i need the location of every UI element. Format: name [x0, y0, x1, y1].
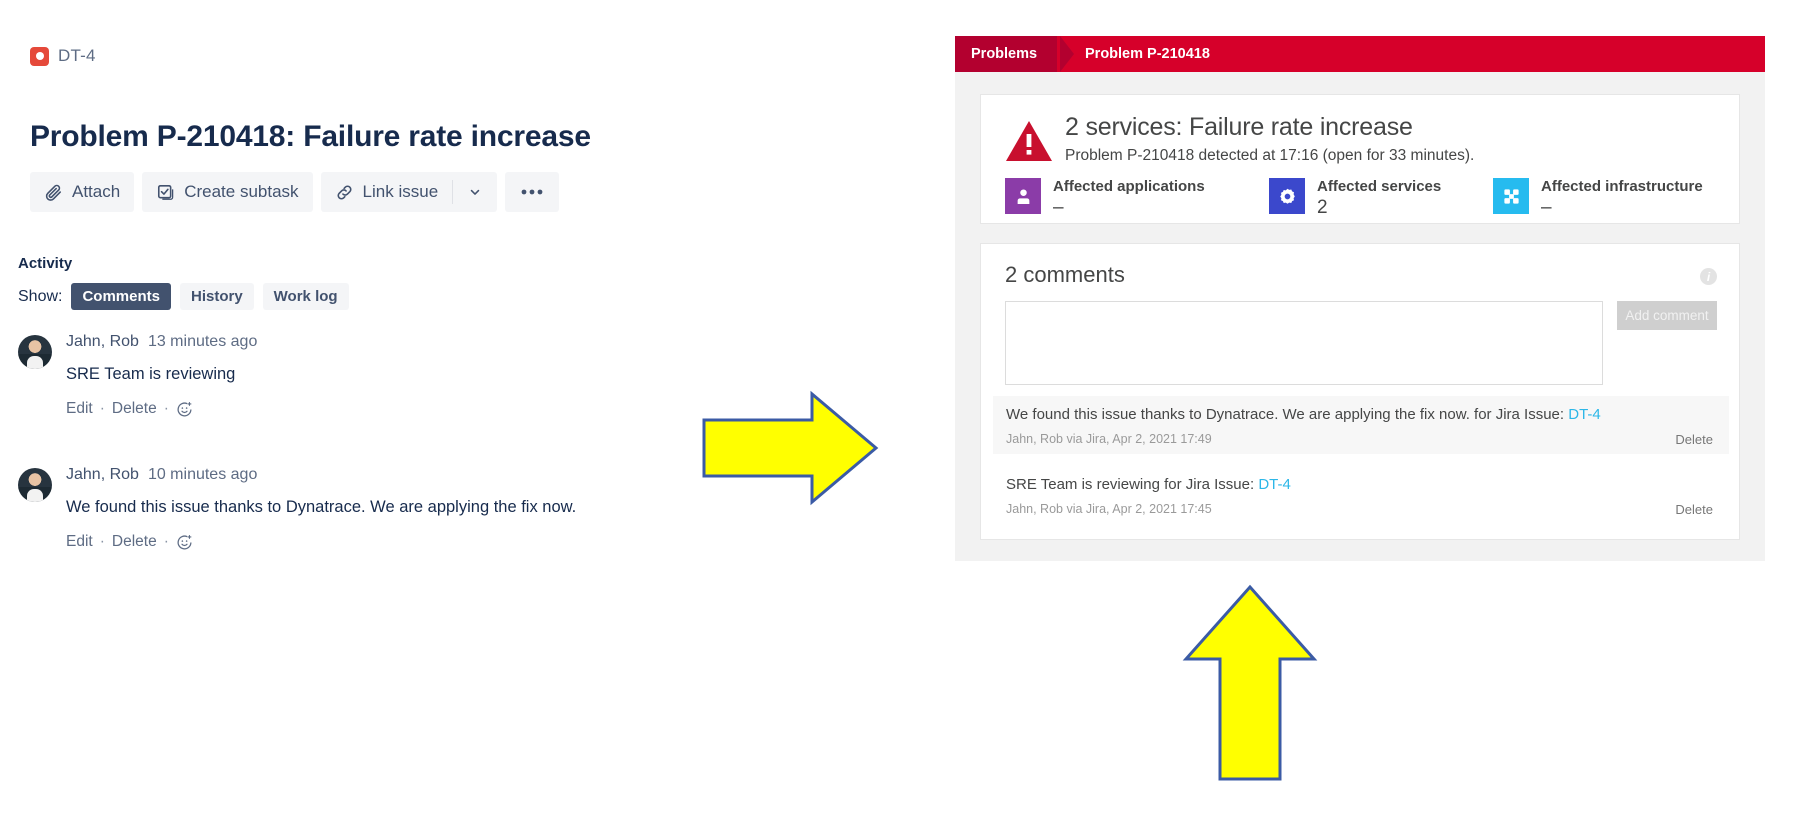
comment-text-body: We found this issue thanks to Dynatrace.… [1006, 406, 1569, 423]
dynatrace-panel: Problems Problem P-210418 2 services: Fa… [955, 36, 1765, 561]
stat-affected-applications[interactable]: Affected applications – [1005, 178, 1269, 220]
user-icon [1005, 178, 1041, 214]
breadcrumb[interactable]: DT-4 [30, 46, 96, 66]
gear-icon [1269, 178, 1305, 214]
list-item: SRE Team is reviewing for Jira Issue: DT… [993, 466, 1729, 524]
avatar [18, 468, 52, 502]
comment-delete-link[interactable]: Delete [1675, 502, 1713, 517]
separator: · [99, 400, 105, 417]
problem-subtitle: Problem P-210418 detected at 17:16 (open… [1065, 147, 1475, 164]
comment-delete-link[interactable]: Delete [1675, 432, 1713, 447]
stat-label: Affected infrastructure [1541, 178, 1703, 195]
stat-affected-services[interactable]: Affected services 2 [1269, 178, 1493, 220]
list-item: Jahn, Rob 10 minutes ago We found this i… [18, 466, 718, 551]
separator: · [163, 400, 169, 417]
callout-arrow-up [1182, 584, 1318, 781]
add-comment-button[interactable]: Add comment [1617, 301, 1717, 330]
jira-issue-panel: DT-4 Problem P-210418: Failure rate incr… [0, 0, 800, 819]
info-icon[interactable]: i [1700, 268, 1717, 285]
breadcrumb-problems[interactable]: Problems [955, 36, 1058, 72]
issue-key-label[interactable]: DT-4 [58, 46, 96, 66]
warning-triangle-icon [1005, 119, 1053, 163]
list-item: Jahn, Rob 13 minutes ago SRE Team is rev… [18, 333, 718, 418]
comments-card: 2 comments i Add comment We found this i… [980, 243, 1740, 540]
paperclip-icon [44, 183, 63, 202]
stat-label: Affected services [1317, 178, 1442, 195]
comment-text: SRE Team is reviewing for Jira Issue: DT… [1006, 476, 1291, 493]
avatar [18, 335, 52, 369]
stat-value: – [1053, 197, 1064, 219]
stat-value: 2 [1317, 197, 1328, 219]
breadcrumb-chevron-icon [1060, 36, 1074, 72]
comment-timestamp: 13 minutes ago [147, 333, 258, 350]
jira-issue-link[interactable]: DT-4 [1568, 406, 1601, 423]
add-reaction-icon[interactable] [176, 534, 193, 551]
jira-issue-link[interactable]: DT-4 [1258, 476, 1291, 493]
tab-comments[interactable]: Comments [71, 283, 171, 310]
screenshot-root: DT-4 Problem P-210418: Failure rate incr… [0, 0, 1800, 819]
tab-history[interactable]: History [179, 283, 254, 310]
list-item: We found this issue thanks to Dynatrace.… [993, 396, 1729, 454]
separator: · [99, 533, 105, 550]
comment-edit-link[interactable]: Edit [66, 400, 93, 418]
comment-edit-link[interactable]: Edit [66, 533, 93, 551]
issue-action-toolbar: Attach Create subtask Link issue [30, 172, 560, 212]
hosts-icon [1493, 178, 1529, 214]
comment-header: Jahn, Rob 13 minutes ago [66, 333, 718, 351]
comment-body: SRE Team is reviewing [66, 365, 236, 383]
attach-button-label: Attach [72, 182, 121, 201]
problem-title: 2 services: Failure rate increase [1065, 113, 1413, 141]
add-reaction-icon[interactable] [176, 401, 193, 418]
comment-author[interactable]: Jahn, Rob [66, 333, 139, 351]
activity-filter-row: Show: Comments History Work log [18, 283, 349, 310]
create-subtask-button-label: Create subtask [184, 182, 299, 201]
separator: · [163, 533, 169, 550]
affected-entities-row: Affected applications – Affected service… [1005, 178, 1703, 220]
subtask-icon [156, 183, 175, 202]
create-subtask-button[interactable]: Create subtask [142, 172, 313, 212]
comment-meta: Jahn, Rob via Jira, Apr 2, 2021 17:49 [1006, 432, 1212, 446]
activity-heading: Activity [18, 255, 73, 272]
comment-timestamp: 10 minutes ago [147, 466, 258, 483]
comment-actions: Edit · Delete · [66, 533, 718, 551]
stat-value: – [1541, 197, 1552, 219]
problem-summary-card: 2 services: Failure rate increase Proble… [980, 94, 1740, 224]
show-label: Show: [18, 287, 63, 305]
link-icon [335, 183, 354, 202]
comments-heading: 2 comments [1005, 262, 1125, 287]
breadcrumb-current: Problem P-210418 [1085, 46, 1210, 62]
ellipsis-icon [521, 188, 543, 196]
comment-delete-link[interactable]: Delete [112, 400, 157, 418]
link-issue-button[interactable]: Link issue [321, 172, 453, 212]
comment-delete-link[interactable]: Delete [112, 533, 157, 551]
link-issue-split-button: Link issue [320, 172, 498, 212]
stat-label: Affected applications [1053, 178, 1205, 195]
story-icon [30, 46, 49, 66]
tab-work-log[interactable]: Work log [262, 283, 349, 310]
stat-affected-infrastructure[interactable]: Affected infrastructure – [1493, 178, 1703, 220]
more-actions-button[interactable] [505, 172, 560, 212]
attach-button[interactable]: Attach [30, 172, 135, 212]
comment-actions: Edit · Delete · [66, 400, 718, 418]
link-issue-button-label: Link issue [362, 182, 439, 201]
comment-body: We found this issue thanks to Dynatrace.… [66, 498, 577, 516]
chevron-down-icon [468, 185, 482, 199]
comment-header: Jahn, Rob 10 minutes ago [66, 466, 718, 484]
comment-meta: Jahn, Rob via Jira, Apr 2, 2021 17:45 [1006, 502, 1212, 516]
comment-text-body: SRE Team is reviewing for Jira Issue: [1006, 476, 1259, 493]
dynatrace-breadcrumb-bar: Problems Problem P-210418 [955, 36, 1765, 72]
comment-author[interactable]: Jahn, Rob [66, 466, 139, 484]
link-issue-dropdown-button[interactable] [453, 172, 497, 212]
comment-input[interactable] [1005, 301, 1603, 385]
comment-text: We found this issue thanks to Dynatrace.… [1006, 406, 1601, 423]
page-title: Problem P-210418: Failure rate increase [30, 120, 591, 153]
